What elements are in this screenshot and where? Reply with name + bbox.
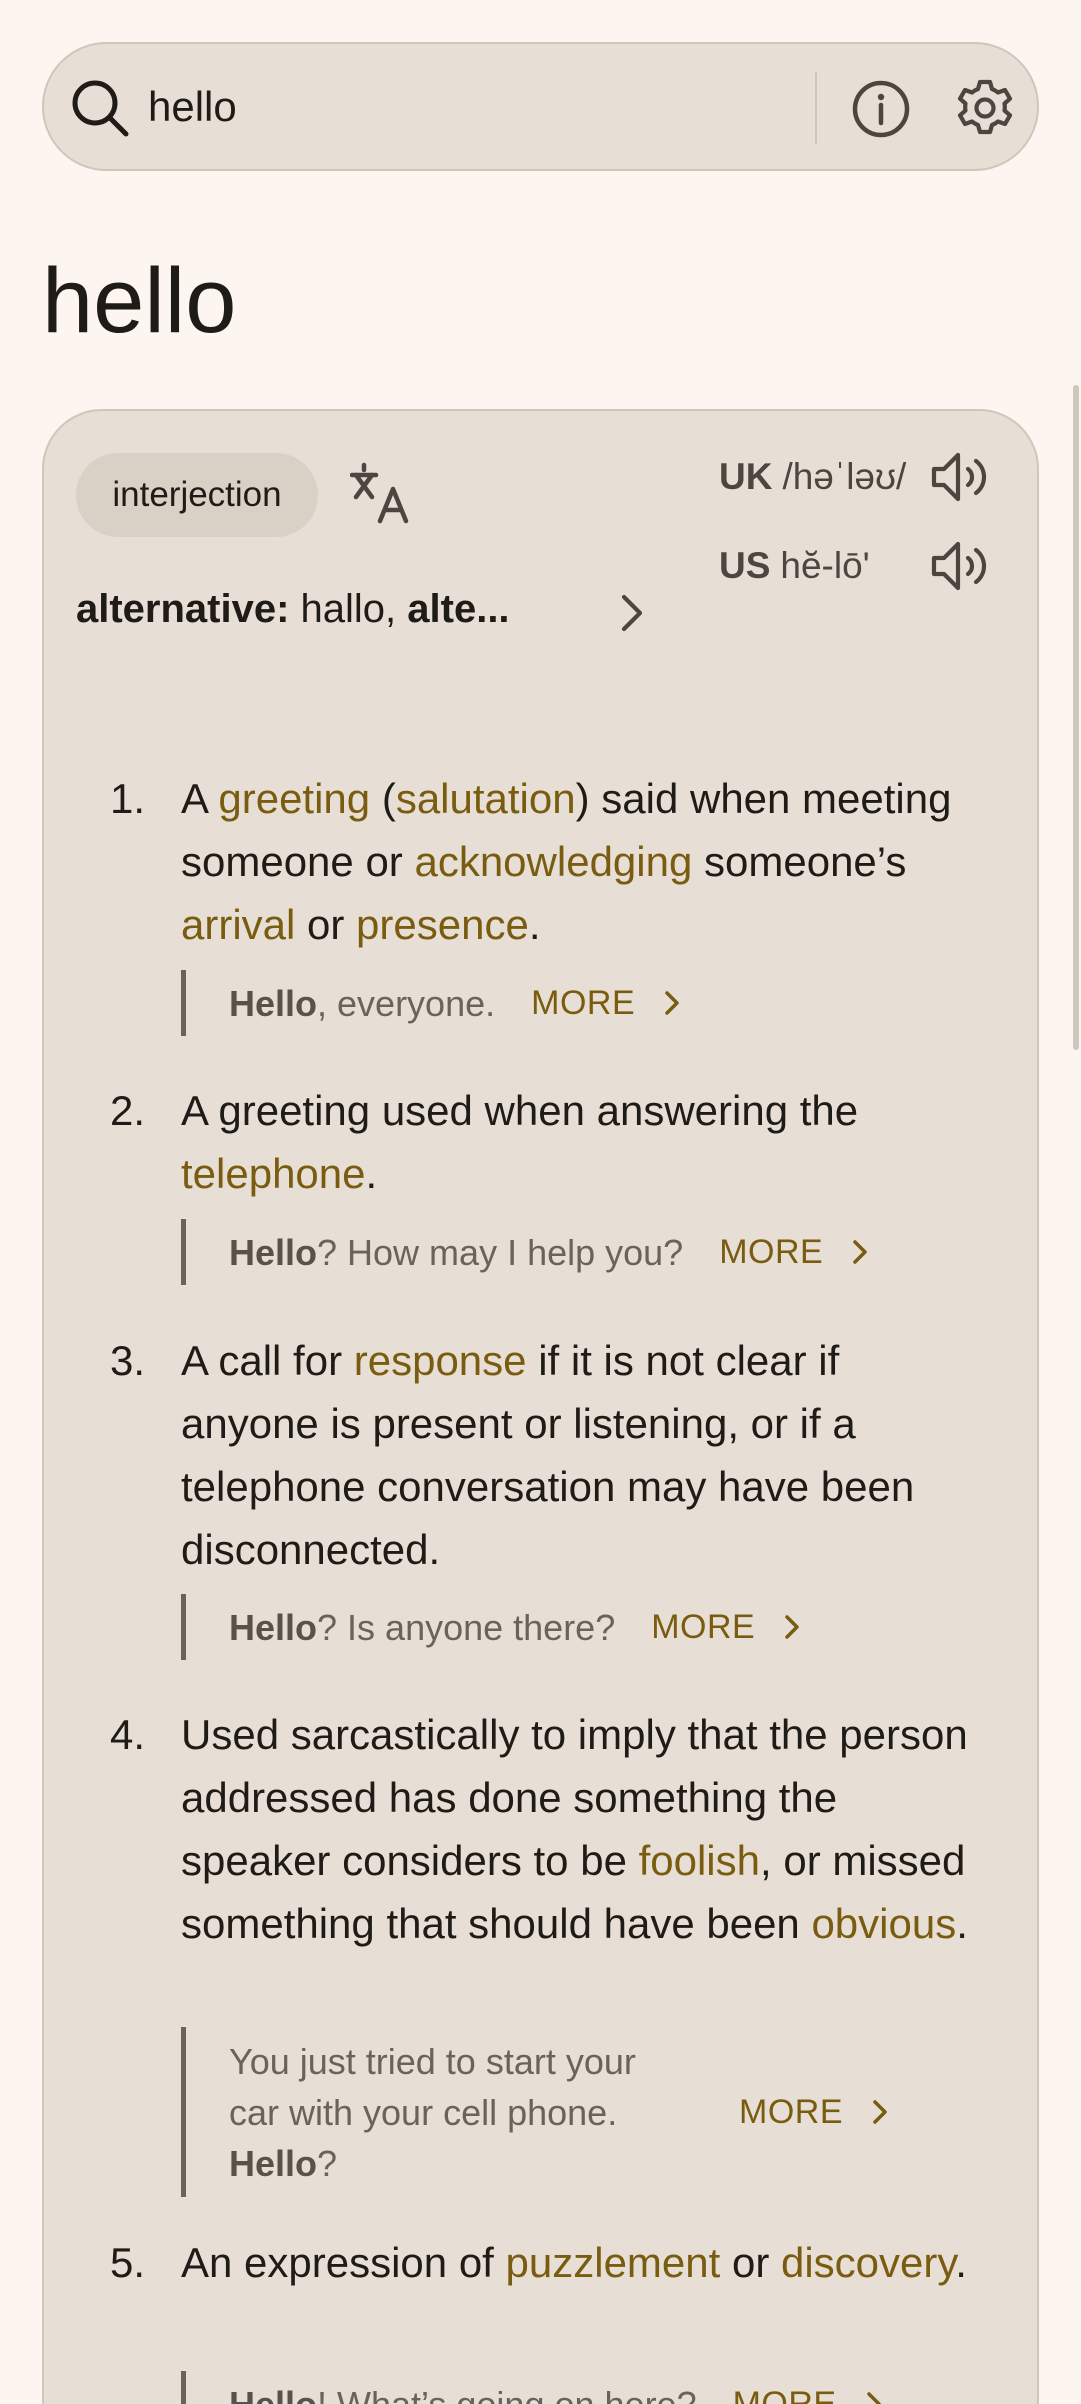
definition-number: 3. [110, 1337, 146, 1384]
definition-text: A greeting (salutation) said when meetin… [181, 775, 952, 948]
speaker-icon[interactable] [930, 536, 996, 596]
gear-icon[interactable] [953, 76, 1017, 140]
chevron-right-icon [785, 1615, 799, 1639]
chevron-right-icon[interactable] [610, 591, 654, 635]
link-salutation[interactable]: salutation [396, 775, 576, 822]
translate-icon[interactable] [350, 461, 414, 525]
more-button[interactable]: MORE [651, 1608, 807, 1647]
link-foolish[interactable]: foolish [639, 1837, 760, 1884]
alternative-forms[interactable]: alternative: hallo, alte... [76, 587, 510, 632]
link-presence[interactable]: presence [356, 901, 529, 948]
example-text: Hello? Is anyone there? [229, 1606, 616, 1648]
example-quote: Hello! What’s going on here? MORE [181, 2371, 889, 2404]
definition-text: A greeting used when answering the telep… [181, 1087, 859, 1197]
entry-card: interjection UK /həˈləʊ/ US hĕ-lō' alter… [42, 409, 1039, 2404]
example-text: You just tried to start your car with yo… [229, 2040, 636, 2184]
definition-text: An expression of puzzlement or discovery… [181, 2239, 967, 2286]
alternative-more: alte... [407, 587, 510, 631]
speaker-icon[interactable] [930, 447, 996, 507]
link-response[interactable]: response [354, 1337, 527, 1384]
pronunciation-us: US hĕ-lō' [719, 536, 870, 596]
definition-number: 4. [110, 1711, 146, 1758]
chevron-right-icon [866, 2392, 881, 2404]
more-button[interactable]: MORE [719, 1233, 875, 1272]
pron-region-uk: UK [719, 456, 773, 497]
search-input[interactable] [148, 74, 848, 140]
example-text: Hello, everyone. [229, 982, 496, 1024]
chevron-right-icon [873, 2100, 887, 2124]
more-button[interactable]: MORE [739, 2093, 895, 2132]
more-button[interactable]: MORE [531, 984, 687, 1023]
pron-ipa-us: hĕ-lō' [780, 545, 870, 586]
link-arrival[interactable]: arrival [181, 901, 295, 948]
link-greeting[interactable]: greeting [218, 775, 370, 822]
search-icon[interactable] [68, 76, 132, 140]
pron-ipa-uk: /həˈləʊ/ [782, 456, 907, 497]
chevron-right-icon [853, 1240, 867, 1264]
alternative-text: hallo, [289, 587, 408, 631]
scrollbar[interactable] [1073, 385, 1079, 1050]
example-quote: Hello, everyone. MORE [181, 970, 687, 1036]
link-obvious[interactable]: obvious [811, 1900, 956, 1947]
more-button[interactable]: MORE [733, 2385, 889, 2404]
link-puzzlement[interactable]: puzzlement [506, 2239, 721, 2286]
link-acknowledging[interactable]: acknowledging [414, 838, 692, 885]
example-text: Hello! What’s going on here? [229, 2383, 697, 2404]
chevron-right-icon [665, 991, 679, 1015]
page-title: hello [42, 250, 237, 352]
search-divider [815, 72, 817, 144]
definition-text: A call for response if it is not clear i… [181, 1337, 915, 1573]
definition-number: 1. [110, 775, 146, 822]
alternative-label: alternative: [76, 587, 290, 631]
pron-region-us: US [719, 545, 771, 586]
part-of-speech-chip[interactable]: interjection [76, 453, 318, 537]
definition-text: Used sarcastically to imply that the per… [181, 1711, 968, 1947]
example-text: Hello? How may I help you? [229, 1231, 684, 1273]
example-quote: Hello? How may I help you? MORE [181, 1219, 875, 1285]
info-icon[interactable] [850, 78, 912, 140]
example-quote: You just tried to start your car with yo… [181, 2027, 895, 2197]
definition-number: 2. [110, 1087, 146, 1134]
example-quote: Hello? Is anyone there? MORE [181, 1594, 807, 1660]
link-discovery[interactable]: discovery [781, 2239, 955, 2286]
pronunciation-uk: UK /həˈləʊ/ [719, 447, 906, 507]
definition-number: 5. [110, 2239, 146, 2286]
link-telephone[interactable]: telephone [181, 1150, 366, 1197]
search-bar [42, 42, 1039, 171]
